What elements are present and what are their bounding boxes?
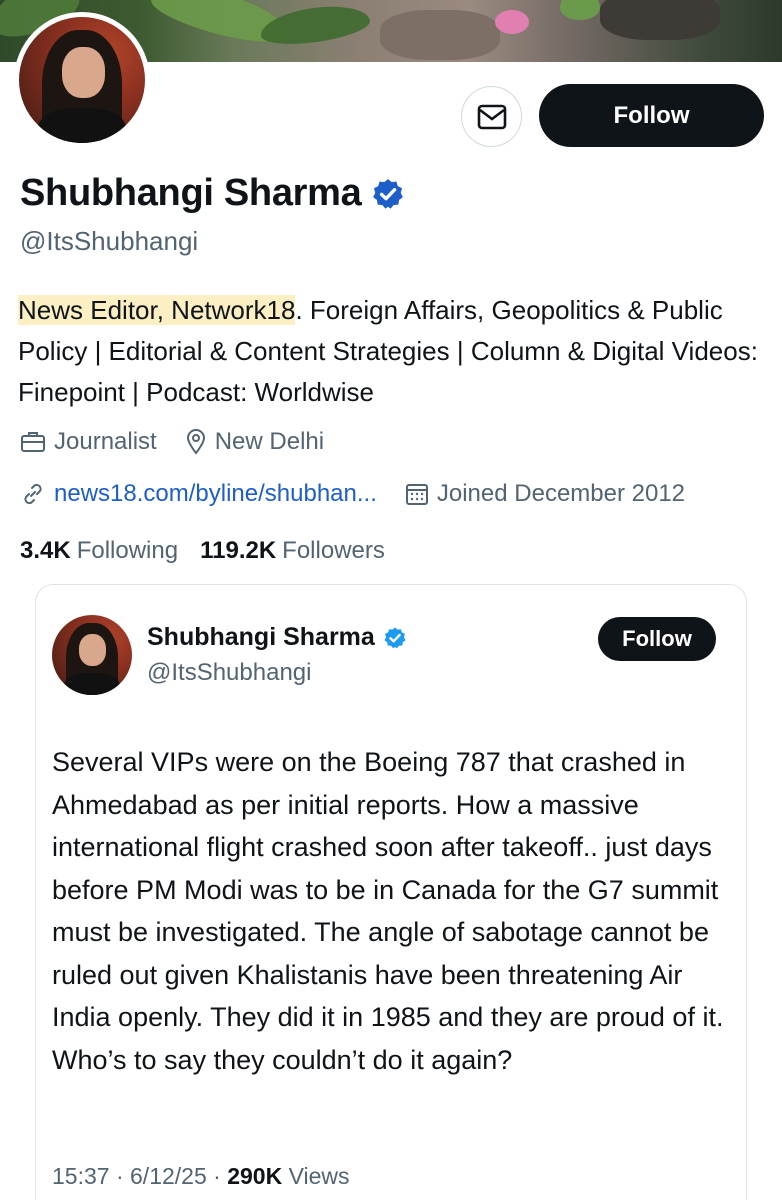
location-text: New Delhi [214, 428, 325, 455]
briefcase-icon [21, 432, 45, 452]
location-pin-icon [186, 429, 205, 455]
profile-avatar[interactable] [14, 12, 150, 148]
tweet-author-name-row: Shubhangi Sharma [147, 623, 407, 652]
banner-leaf [258, 0, 372, 50]
profile-handle: @ItsShubhangi [20, 226, 199, 256]
tweet-author-avatar[interactable] [52, 615, 132, 695]
profile-name: Shubhangi Sharma [20, 172, 362, 214]
profile-meta-row: Journalist New Delhi [20, 428, 352, 456]
profile-name-row: Shubhangi Sharma [20, 172, 405, 215]
following-label: Following [76, 537, 179, 564]
website-item[interactable]: news18.com/byline/shubhan... [20, 480, 377, 508]
embedded-tweet-card[interactable]: Shubhangi Sharma @ItsShubhangi Follow Se… [35, 584, 747, 1200]
location-item: New Delhi [185, 428, 324, 456]
banner-flower [495, 10, 529, 34]
profession-item: Journalist [20, 428, 157, 456]
tweet-follow-button[interactable]: Follow [598, 617, 716, 661]
tweet-text: Several VIPs were on the Boeing 787 that… [52, 747, 724, 1075]
banner-stone [380, 10, 500, 60]
message-button[interactable] [461, 86, 522, 147]
calendar-icon [405, 484, 428, 505]
tweet-time[interactable]: 15:37 [52, 1163, 110, 1189]
profession-text: Journalist [54, 428, 157, 455]
joined-text: Joined December 2012 [436, 480, 686, 507]
tweet-views-count: 290K [227, 1163, 283, 1189]
website-link[interactable]: news18.com/byline/shubhan... [54, 480, 377, 508]
verified-badge-icon [384, 627, 406, 648]
meta-separator: · [115, 1163, 131, 1189]
follow-counts: 3.4K Following 119.2K Followers [20, 537, 407, 565]
banner-leaf [560, 0, 600, 20]
banner-stone [600, 0, 720, 40]
bio-highlight[interactable]: News Editor, Network18 [18, 295, 296, 325]
tweet-author-handle: @ItsShubhangi [147, 659, 312, 686]
verified-badge-icon[interactable] [371, 177, 405, 211]
tweet-author-name[interactable]: Shubhangi Sharma [147, 623, 375, 652]
followers-count-link[interactable]: 119.2K Followers [200, 537, 385, 565]
profile-bio: News Editor, Network18. Foreign Affairs,… [18, 290, 768, 413]
link-icon [24, 483, 42, 505]
following-count-link[interactable]: 3.4K Following [20, 537, 178, 565]
profile-meta-row: news18.com/byline/shubhan... Joined Dece… [20, 480, 713, 508]
joined-item: Joined December 2012 [405, 480, 685, 508]
tweet-date[interactable]: 6/12/25 [130, 1163, 207, 1189]
meta-separator: · [213, 1163, 228, 1189]
tweet-views-label: Views [288, 1163, 350, 1189]
envelope-icon [477, 104, 506, 129]
followers-count: 119.2K [200, 537, 277, 564]
following-count: 3.4K [20, 537, 71, 564]
follow-button[interactable]: Follow [539, 84, 764, 147]
tweet-meta: 15:37 · 6/12/25 · 290K Views [52, 1163, 350, 1190]
followers-label: Followers [282, 537, 385, 564]
